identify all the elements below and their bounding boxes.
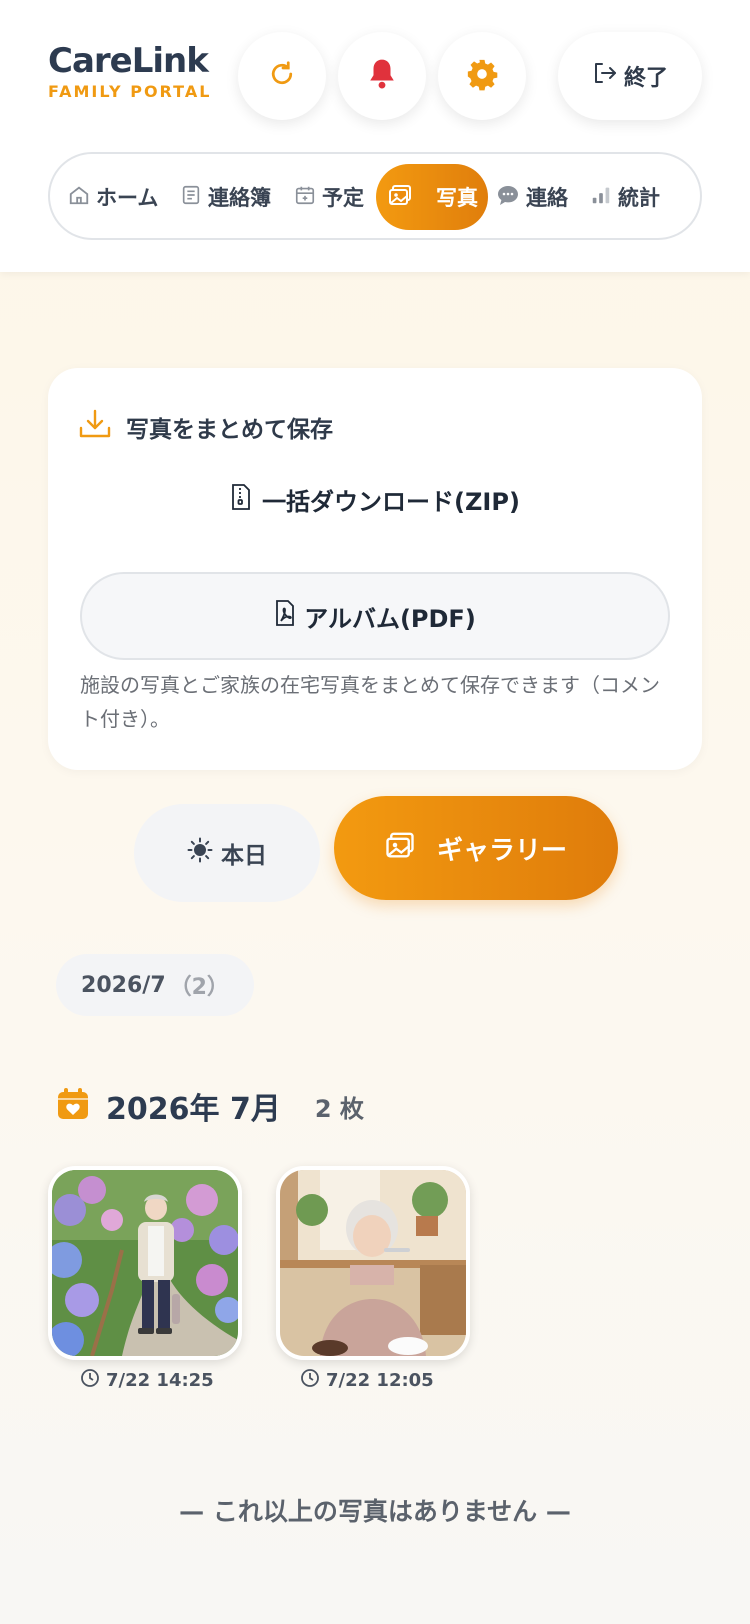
logout-button[interactable]: 終了 bbox=[558, 32, 702, 120]
garden-walk-photo bbox=[52, 1170, 238, 1356]
month-section-header: 2026年 7月 2 枚 bbox=[56, 1084, 364, 1128]
nav-label: 連絡 bbox=[526, 186, 568, 210]
logout-icon bbox=[592, 61, 618, 91]
month-filter-chip[interactable]: 2026/7 （2） bbox=[56, 954, 254, 1016]
clock-icon bbox=[80, 1368, 100, 1393]
home-icon bbox=[68, 184, 90, 211]
month-photo-count: 2 枚 bbox=[314, 1094, 364, 1123]
nav-label: 連絡簿 bbox=[208, 186, 271, 210]
today-view-label: 本日 bbox=[221, 843, 267, 869]
app-name: CareLink bbox=[48, 41, 209, 81]
bulk-save-card: 写真をまとめて保存 一括ダウンロード(ZIP) アルバム(PDF) 施設の写真と… bbox=[48, 368, 702, 770]
photo-icon bbox=[388, 184, 412, 211]
app-subtitle: FAMILY PORTAL bbox=[48, 82, 212, 101]
nav-item-photos[interactable]: 写真 bbox=[376, 164, 488, 230]
nav-label: 統計 bbox=[618, 186, 660, 210]
bulk-save-title: 写真をまとめて保存 bbox=[126, 417, 333, 443]
app-header: CareLink FAMILY PORTAL 終了 ホーム 連絡簿 予定 写真 … bbox=[0, 0, 750, 272]
gallery-view-label: ギャラリー bbox=[436, 835, 567, 866]
app-logo[interactable]: CareLink FAMILY PORTAL bbox=[48, 42, 211, 101]
nav-item-home[interactable]: ホーム bbox=[68, 164, 158, 230]
notebook-icon bbox=[180, 184, 202, 211]
gear-icon bbox=[465, 57, 499, 95]
nav-label: 予定 bbox=[322, 186, 364, 210]
nav-label: ホーム bbox=[96, 186, 159, 210]
sun-icon bbox=[187, 837, 213, 869]
refresh-button[interactable] bbox=[238, 32, 326, 120]
gallery-view-button[interactable]: ギャラリー bbox=[334, 796, 618, 900]
pdf-file-icon bbox=[274, 599, 296, 633]
notifications-button[interactable] bbox=[338, 32, 426, 120]
nav-item-messages[interactable]: 連絡 bbox=[496, 164, 568, 230]
month-title: 2026年 7月 bbox=[106, 1092, 281, 1127]
logout-label: 終了 bbox=[623, 66, 668, 91]
nav-item-notebook[interactable]: 連絡簿 bbox=[180, 164, 271, 230]
refresh-icon bbox=[267, 59, 297, 93]
main-nav: ホーム 連絡簿 予定 写真 連絡 統計 bbox=[48, 152, 702, 240]
chart-icon bbox=[590, 184, 612, 211]
photo-time: 7/22 14:25 bbox=[106, 1370, 214, 1391]
nav-label: 写真 bbox=[436, 186, 478, 210]
zip-download-button[interactable]: 一括ダウンロード(ZIP) bbox=[48, 482, 702, 517]
end-of-list-message: — これ以上の写真はありません — bbox=[179, 1497, 571, 1526]
photo-timestamp: 7/22 14:25 bbox=[80, 1368, 214, 1393]
nav-item-schedule[interactable]: 予定 bbox=[294, 164, 364, 230]
chat-icon bbox=[496, 184, 520, 211]
bulk-save-header: 写真をまとめて保存 bbox=[78, 408, 333, 446]
photo-thumbnail[interactable] bbox=[48, 1166, 242, 1360]
album-pdf-label: アルバム(PDF) bbox=[304, 604, 476, 633]
clock-icon bbox=[300, 1368, 320, 1393]
photo-timestamp: 7/22 12:05 bbox=[300, 1368, 434, 1393]
month-filter-count: （2） bbox=[169, 975, 229, 1000]
meal-photo bbox=[280, 1170, 466, 1356]
photo-thumbnail[interactable] bbox=[276, 1166, 470, 1360]
today-view-button[interactable]: 本日 bbox=[134, 804, 320, 902]
zip-file-icon bbox=[230, 483, 252, 517]
calendar-icon bbox=[294, 184, 316, 211]
gallery-icon bbox=[385, 831, 415, 866]
photo-time: 7/22 12:05 bbox=[326, 1370, 434, 1391]
bulk-save-description: 施設の写真とご家族の在宅写真をまとめて保存できます（コメント付き）。 bbox=[80, 673, 660, 731]
download-icon bbox=[78, 408, 112, 446]
settings-button[interactable] bbox=[438, 32, 526, 120]
album-pdf-button[interactable]: アルバム(PDF) bbox=[80, 572, 670, 660]
nav-item-stats[interactable]: 統計 bbox=[590, 164, 660, 230]
month-filter-label: 2026/7 bbox=[81, 972, 166, 998]
calendar-heart-icon bbox=[56, 1087, 90, 1125]
zip-download-label: 一括ダウンロード(ZIP) bbox=[262, 488, 520, 516]
bell-icon bbox=[366, 57, 398, 95]
